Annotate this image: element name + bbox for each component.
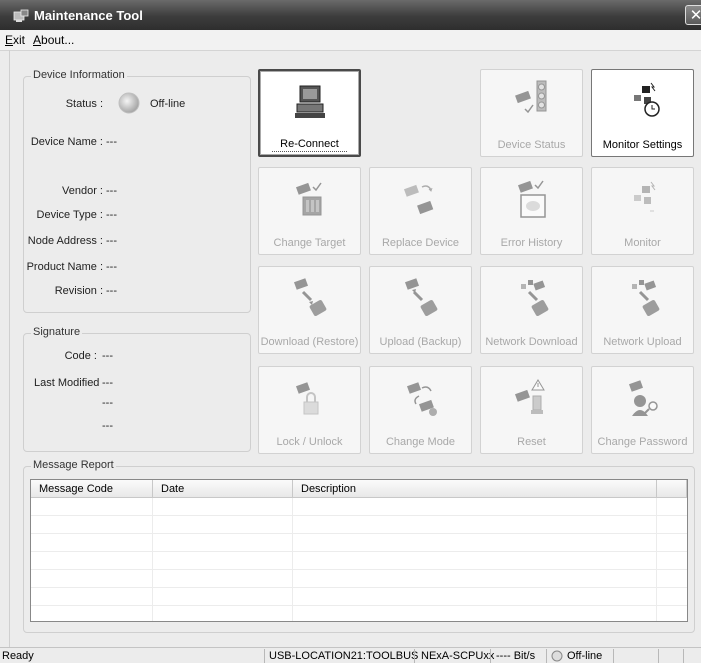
device-information-legend: Device Information	[31, 69, 127, 81]
vendor-value: ---	[106, 185, 117, 197]
window-title: Maintenance Tool	[34, 8, 143, 23]
signature-group: Signature	[23, 326, 251, 452]
message-report-list[interactable]: Message Code Date Description	[30, 479, 688, 622]
status-divider	[613, 649, 614, 663]
status-ready: Ready	[2, 650, 34, 662]
status-rate: ---- Bit/s	[496, 650, 536, 662]
change-mode-icon	[406, 382, 437, 416]
column-header-message-code[interactable]: Message Code	[31, 480, 153, 498]
error-history-button[interactable]: Error History	[480, 167, 583, 255]
reset-button[interactable]: Reset	[480, 366, 583, 454]
replace-device-icon	[403, 184, 433, 215]
status-state: Off-line	[567, 650, 603, 662]
status-divider	[414, 649, 415, 663]
error-history-icon	[517, 180, 546, 218]
monitor-settings-button[interactable]: Monitor Settings	[591, 69, 694, 157]
replace-device-button[interactable]: Replace Device	[369, 167, 472, 255]
status-device: NExA-SCPUxx	[421, 650, 495, 662]
status-divider	[264, 649, 265, 663]
monitor-settings-icon	[633, 82, 660, 117]
status-divider	[658, 649, 659, 663]
upload-icon	[404, 278, 437, 316]
device-type-value: ---	[106, 209, 117, 221]
product-name-label: Product Name :	[26, 261, 103, 273]
column-header-date[interactable]: Date	[153, 480, 293, 498]
title-bar[interactable]: Maintenance Tool ✕	[0, 0, 701, 30]
list-item[interactable]	[31, 588, 687, 606]
status-divider	[683, 649, 684, 663]
device-type-label: Device Type :	[36, 209, 103, 221]
list-item[interactable]	[31, 534, 687, 552]
maintenance-tool-window: Maintenance Tool ✕ Exit About... Device …	[0, 0, 701, 663]
reset-icon	[514, 379, 545, 414]
reconnect-button[interactable]: Re-Connect	[258, 69, 361, 157]
menu-exit[interactable]: Exit	[5, 33, 25, 47]
product-name-value: ---	[106, 261, 117, 273]
last-modified-label: Last Modified	[34, 377, 100, 389]
vendor-label: Vendor :	[62, 185, 103, 197]
revision-value: ---	[106, 285, 117, 297]
menu-about[interactable]: About...	[33, 33, 74, 47]
list-item[interactable]	[31, 516, 687, 534]
device-name-value: ---	[106, 136, 117, 148]
change-password-button[interactable]: Change Password	[591, 366, 694, 454]
change-password-icon	[628, 380, 658, 416]
device-status-button[interactable]: Device Status	[480, 69, 583, 157]
last-modified-value: ---	[102, 377, 113, 389]
list-item[interactable]	[31, 498, 687, 516]
node-address-value: ---	[106, 235, 117, 247]
network-download-button[interactable]: Network Download	[480, 266, 583, 354]
node-address-label: Node Address :	[27, 235, 103, 247]
status-connection: USB-LOCATION21:TOOLBUS	[269, 650, 419, 662]
close-button[interactable]: ✕	[685, 5, 701, 25]
status-value: Off-line	[150, 98, 186, 110]
download-icon	[293, 278, 326, 316]
app-icon	[13, 9, 29, 22]
list-item[interactable]	[31, 552, 687, 570]
device-name-label: Device Name :	[30, 136, 103, 148]
list-item[interactable]	[31, 570, 687, 588]
window-border	[9, 50, 10, 647]
change-target-button[interactable]: Change Target	[258, 167, 361, 255]
menu-bar: Exit About...	[0, 30, 701, 51]
column-header-description[interactable]: Description	[293, 480, 657, 498]
monitor-button[interactable]: Monitor	[591, 167, 694, 255]
signature-legend: Signature	[31, 326, 83, 338]
upload-backup-button[interactable]: Upload (Backup)	[369, 266, 472, 354]
message-report-legend: Message Report	[31, 459, 116, 471]
network-upload-button[interactable]: Network Upload	[591, 266, 694, 354]
lock-icon	[295, 382, 318, 415]
close-icon: ✕	[689, 7, 701, 24]
lock-unlock-button[interactable]: Lock / Unlock	[258, 366, 361, 454]
download-restore-button[interactable]: Download (Restore)	[258, 266, 361, 354]
network-download-icon	[520, 280, 548, 316]
network-upload-icon	[631, 280, 659, 316]
code-label: Code :	[64, 350, 97, 362]
computer-icon	[294, 85, 325, 118]
last-modified-value: ---	[102, 420, 113, 432]
monitor-icon	[633, 181, 655, 212]
change-mode-button[interactable]: Change Mode	[369, 366, 472, 454]
status-divider	[490, 649, 491, 663]
device-status-icon	[514, 80, 546, 114]
column-header-filler	[657, 480, 687, 498]
status-label: Status :	[65, 98, 103, 110]
status-divider	[546, 649, 547, 663]
status-bar: Ready USB-LOCATION21:TOOLBUS NExA-SCPUxx…	[0, 647, 701, 663]
status-indicator-icon	[551, 650, 563, 662]
revision-label: Revision :	[54, 285, 103, 297]
code-value: ---	[102, 350, 113, 362]
status-indicator-icon	[118, 92, 140, 114]
last-modified-value: ---	[102, 397, 113, 409]
change-target-icon	[295, 182, 322, 216]
